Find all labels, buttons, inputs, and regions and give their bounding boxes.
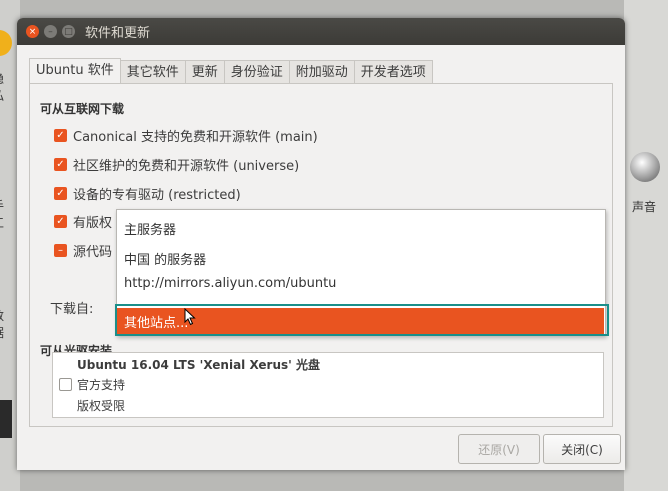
source-universe-label: 社区维护的免费和开源软件 (universe) bbox=[73, 159, 300, 174]
mouse-pointer-icon bbox=[184, 308, 196, 326]
dropdown-item-aliyun-mirror[interactable]: http://mirrors.aliyun.com/ubuntu bbox=[124, 276, 336, 291]
minimize-window-icon[interactable]: – bbox=[44, 25, 57, 38]
checkbox-checked-icon[interactable]: ✓ bbox=[54, 129, 67, 142]
close-window-icon[interactable]: × bbox=[26, 25, 39, 38]
app-icon-drive bbox=[0, 400, 12, 438]
background-label-data: 数据 bbox=[0, 307, 14, 341]
checkbox-checked-icon[interactable]: ✓ bbox=[54, 215, 67, 228]
checkbox-checked-icon[interactable]: ✓ bbox=[54, 187, 67, 200]
background-right-panel bbox=[624, 0, 668, 491]
source-multiverse-row[interactable]: ✓ 有版权 bbox=[54, 212, 112, 231]
window-title: 软件和更新 bbox=[85, 26, 151, 41]
tab-authentication[interactable]: 身份验证 bbox=[223, 60, 290, 85]
tab-developer-options[interactable]: 开发者选项 bbox=[353, 60, 433, 85]
internet-section-title: 可从互联网下载 bbox=[40, 102, 125, 116]
cdrom-checkbox[interactable] bbox=[59, 378, 72, 391]
background-label-privacy: 隐私 bbox=[0, 70, 14, 104]
source-code-row[interactable]: – 源代码 bbox=[54, 241, 112, 260]
sound-label[interactable]: 声音 bbox=[632, 198, 656, 215]
source-restricted-row[interactable]: ✓ 设备的专有驱动 (restricted) bbox=[54, 184, 241, 203]
revert-button[interactable]: 还原(V) bbox=[458, 434, 540, 464]
tab-updates[interactable]: 更新 bbox=[184, 60, 225, 85]
dropdown-item-main-server[interactable]: 主服务器 bbox=[124, 219, 176, 238]
titlebar: × – □ 软件和更新 bbox=[17, 18, 625, 45]
tab-additional-drivers[interactable]: 附加驱动 bbox=[288, 60, 355, 85]
tab-other-software[interactable]: 其它软件 bbox=[119, 60, 186, 85]
cdrom-title: Ubuntu 16.04 LTS 'Xenial Xerus' 光盘 bbox=[77, 358, 320, 372]
cdrom-line-restricted: 版权受限 bbox=[77, 399, 126, 413]
close-button[interactable]: 关闭(C) bbox=[543, 434, 621, 464]
source-main-row[interactable]: ✓ Canonical 支持的免费和开源软件 (main) bbox=[54, 126, 318, 145]
source-universe-row[interactable]: ✓ 社区维护的免费和开源软件 (universe) bbox=[54, 155, 299, 174]
cdrom-list: Ubuntu 16.04 LTS 'Xenial Xerus' 光盘 官方支持 … bbox=[52, 352, 604, 418]
dropdown-item-china-server[interactable]: 中国 的服务器 bbox=[124, 249, 206, 268]
maximize-window-icon[interactable]: □ bbox=[62, 25, 75, 38]
source-code-label: 源代码 bbox=[73, 245, 113, 260]
source-restricted-label: 设备的专有驱动 (restricted) bbox=[73, 188, 241, 203]
checkbox-checked-icon[interactable]: ✓ bbox=[54, 158, 67, 171]
download-from-label: 下载自: bbox=[50, 302, 94, 317]
background-label-manual: 手工 bbox=[0, 197, 14, 231]
sound-icon[interactable] bbox=[630, 152, 660, 182]
cdrom-line-official: 官方支持 bbox=[77, 378, 126, 392]
source-main-label: Canonical 支持的免费和开源软件 (main) bbox=[73, 130, 318, 145]
source-multiverse-label: 有版权 bbox=[73, 216, 113, 231]
checkbox-partial-icon[interactable]: – bbox=[54, 244, 67, 257]
